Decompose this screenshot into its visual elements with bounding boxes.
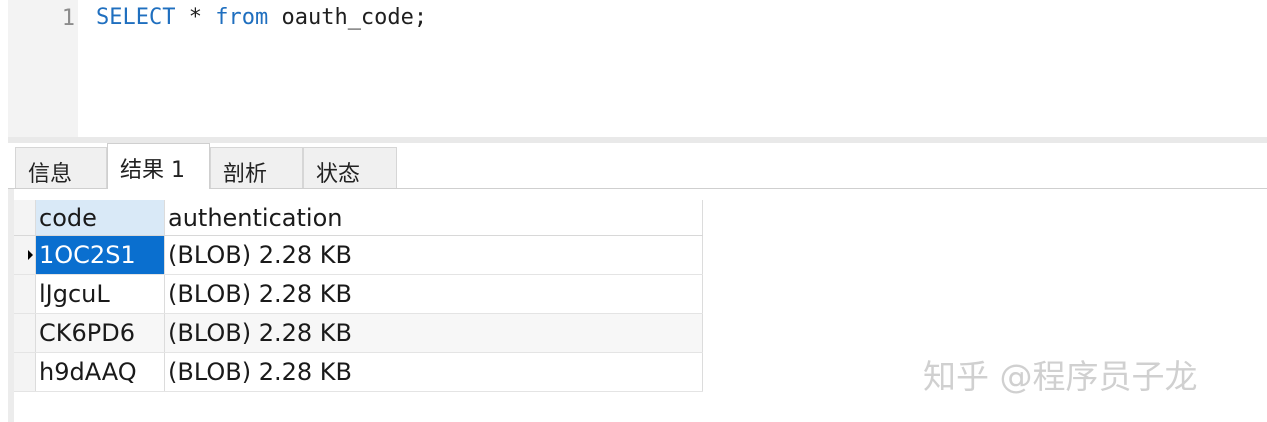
keyword-from: from xyxy=(215,5,269,30)
result-tabs: 信息 结果 1 剖析 状态 xyxy=(8,143,1267,189)
cell-authentication[interactable]: (BLOB) 2.28 KB xyxy=(165,314,703,352)
sql-editor[interactable]: 1 SELECT * from oauth_code; xyxy=(8,0,1267,137)
cell-code[interactable]: 1OC2S1 xyxy=(36,236,165,274)
cell-authentication[interactable]: (BLOB) 2.28 KB xyxy=(165,353,703,391)
table-name-token: oauth_code; xyxy=(268,5,428,30)
table-row[interactable]: h9dAAQ (BLOB) 2.28 KB xyxy=(14,353,703,392)
header-row-indicator xyxy=(14,200,36,235)
row-indicator[interactable] xyxy=(14,236,36,274)
current-row-arrow-icon xyxy=(28,250,33,260)
row-indicator[interactable] xyxy=(14,275,36,313)
cell-code[interactable]: CK6PD6 xyxy=(36,314,165,352)
table-row[interactable]: 1OC2S1 (BLOB) 2.28 KB xyxy=(14,236,703,275)
star-token: * xyxy=(175,5,216,30)
tab-info[interactable]: 信息 xyxy=(15,147,107,188)
row-indicator[interactable] xyxy=(14,314,36,352)
watermark-text: 知乎 @程序员子龙 xyxy=(923,357,1198,396)
sql-code-line[interactable]: SELECT * from oauth_code; xyxy=(96,5,427,30)
line-number: 1 xyxy=(61,6,75,31)
cell-code[interactable]: lJgcuL xyxy=(36,275,165,313)
keyword-select: SELECT xyxy=(96,5,176,30)
cell-code[interactable]: h9dAAQ xyxy=(36,353,165,391)
tab-profile[interactable]: 剖析 xyxy=(210,147,303,188)
cell-authentication[interactable]: (BLOB) 2.28 KB xyxy=(165,236,703,274)
tab-status[interactable]: 状态 xyxy=(303,147,397,188)
table-row[interactable]: CK6PD6 (BLOB) 2.28 KB xyxy=(14,314,703,353)
result-grid[interactable]: code authentication 1OC2S1 (BLOB) 2.28 K… xyxy=(14,200,703,392)
table-row[interactable]: lJgcuL (BLOB) 2.28 KB xyxy=(14,275,703,314)
cell-authentication[interactable]: (BLOB) 2.28 KB xyxy=(165,275,703,313)
column-header-code[interactable]: code xyxy=(36,200,165,235)
grid-header-row: code authentication xyxy=(14,200,703,236)
row-indicator[interactable] xyxy=(14,353,36,391)
tab-result-1[interactable]: 结果 1 xyxy=(107,143,210,189)
line-number-gutter: 1 xyxy=(8,0,78,137)
column-header-authentication[interactable]: authentication xyxy=(165,200,703,235)
